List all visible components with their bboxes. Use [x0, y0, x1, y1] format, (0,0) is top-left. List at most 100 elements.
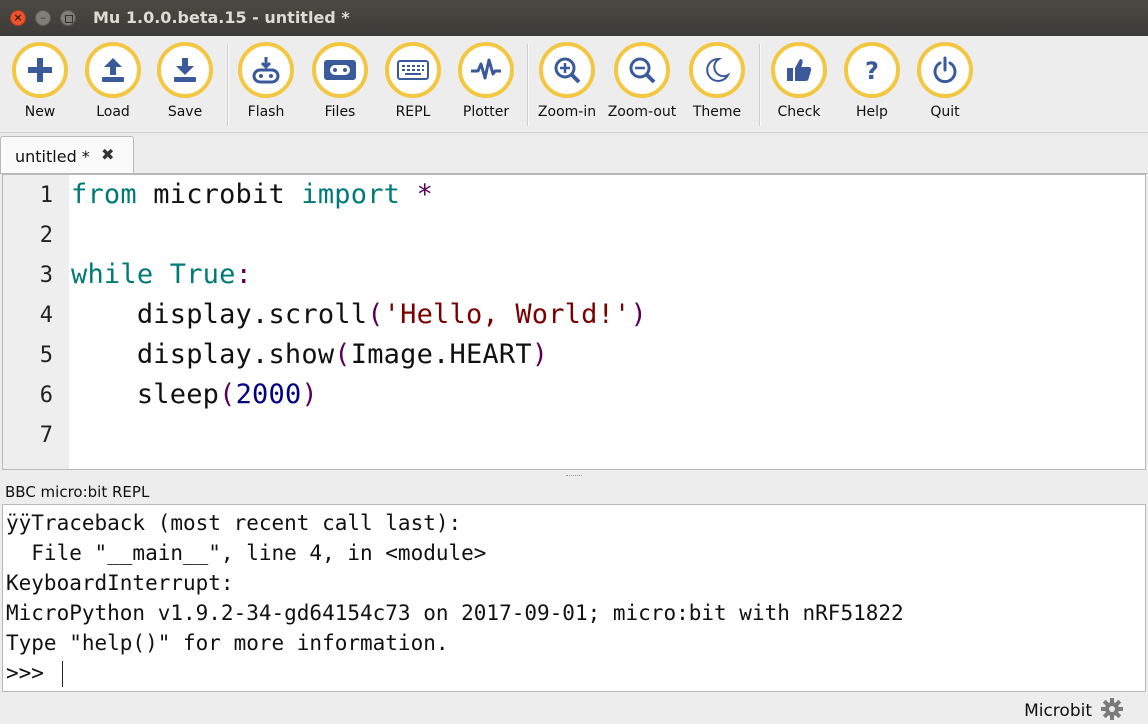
zoom-in-icon — [554, 57, 581, 84]
code-token: : — [235, 259, 253, 290]
repl-button[interactable]: REPL — [377, 42, 449, 120]
line-number-gutter: 1 2 3 4 5 6 7 — [3, 175, 69, 469]
zoom-in-label: Zoom-in — [537, 104, 597, 120]
tab-close-icon[interactable]: ✖ — [101, 145, 114, 164]
theme-button[interactable]: Theme — [681, 42, 753, 120]
flash-label: Flash — [247, 104, 285, 120]
theme-label: Theme — [692, 104, 742, 120]
pane-splitter[interactable] — [0, 470, 1148, 480]
zoom-out-button[interactable]: Zoom-out — [606, 42, 678, 120]
mode-label: Microbit — [1024, 701, 1092, 721]
tab-untitled[interactable]: untitled * ✖ — [0, 136, 134, 173]
download-icon — [174, 58, 196, 82]
repl-prompt[interactable]: >>> — [6, 661, 57, 685]
repl-label: REPL — [395, 104, 431, 120]
zoom-out-label: Zoom-out — [607, 104, 677, 120]
pulse-icon — [471, 58, 501, 80]
toolbar-separator — [527, 44, 529, 126]
new-label: New — [24, 104, 56, 120]
files-label: Files — [324, 104, 356, 120]
code-token: ( — [367, 299, 384, 330]
line-number: 5 — [39, 343, 53, 368]
title-bar: × – Mu 1.0.0.beta.15 - untitled * — [0, 0, 1148, 36]
check-label: Check — [777, 104, 821, 120]
flash-device-icon — [252, 57, 280, 84]
code-line[interactable]: display.show(Image.HEART) — [71, 339, 548, 370]
window-title: Mu 1.0.0.beta.15 - untitled * — [93, 8, 350, 27]
code-line[interactable]: from microbit import * — [71, 179, 433, 210]
zoom-out-icon — [629, 57, 656, 84]
keyboard-icon — [397, 60, 429, 80]
window-close-button[interactable]: × — [10, 10, 26, 26]
check-button[interactable]: Check — [763, 42, 835, 120]
code-token: microbit — [136, 179, 302, 210]
code-token: ) — [301, 379, 318, 410]
repl-line: Type "help()" for more information. — [6, 631, 449, 655]
toolbar: New Load Save Flash Files REPL Plotter Z… — [0, 36, 1148, 133]
zoom-in-button[interactable]: Zoom-in — [531, 42, 603, 120]
code-token: ) — [630, 299, 647, 330]
repl-title: BBC micro:bit REPL — [5, 483, 150, 501]
code-token: while — [71, 259, 154, 290]
toolbar-separator — [227, 44, 229, 126]
code-token: ( — [334, 339, 351, 370]
repl-line: ÿÿTraceback (most recent call last): — [6, 511, 462, 535]
repl-line: KeyboardInterrupt: — [6, 571, 234, 595]
save-label: Save — [167, 104, 203, 120]
code-token: ) — [531, 339, 549, 370]
code-token: display.show — [71, 339, 335, 370]
code-token: True — [169, 259, 236, 290]
microbit-icon — [324, 60, 356, 80]
svg-text:?: ? — [865, 57, 879, 85]
code-line[interactable]: sleep(2000) — [71, 379, 318, 410]
code-token: display.scroll — [71, 299, 368, 330]
tab-label: untitled * — [15, 147, 90, 166]
help-button[interactable]: ? Help — [836, 42, 908, 120]
repl-line: File "__main__", line 4, in <module> — [6, 541, 487, 565]
plotter-button[interactable]: Plotter — [450, 42, 522, 120]
line-number: 4 — [39, 303, 53, 328]
window-maximize-button[interactable] — [60, 10, 76, 26]
line-number: 7 — [39, 423, 53, 448]
text-cursor — [62, 661, 63, 687]
window-minimize-button[interactable]: – — [35, 10, 51, 26]
save-button[interactable]: Save — [149, 42, 221, 120]
splitter-grip — [566, 475, 582, 477]
thumbs-up-icon — [787, 59, 812, 81]
code-token: * — [400, 179, 434, 210]
load-label: Load — [96, 104, 130, 120]
status-bar: Microbit — [0, 694, 1148, 724]
line-number: 2 — [39, 223, 53, 248]
power-icon — [933, 56, 957, 84]
code-token: 'Hello, World!' — [383, 299, 631, 330]
code-line[interactable]: display.scroll('Hello, World!') — [71, 299, 647, 330]
line-number: 1 — [39, 183, 53, 208]
flash-button[interactable]: Flash — [230, 42, 302, 120]
repl-line: MicroPython v1.9.2-34-gd64154c73 on 2017… — [6, 601, 904, 625]
code-line[interactable]: while True: — [71, 259, 252, 290]
code-token: Image.HEART — [350, 339, 532, 370]
new-button[interactable]: New — [4, 42, 76, 120]
code-editor[interactable]: 1 2 3 4 5 6 7 from microbit import * whi… — [2, 174, 1146, 470]
plotter-label: Plotter — [462, 104, 510, 120]
load-button[interactable]: Load — [77, 42, 149, 120]
code-token: sleep — [71, 379, 220, 410]
question-icon: ? — [865, 57, 879, 85]
code-token: 2000 — [235, 379, 302, 410]
help-label: Help — [856, 104, 888, 120]
gear-icon[interactable] — [1100, 697, 1124, 721]
toolbar-separator — [759, 44, 761, 126]
line-number: 3 — [39, 263, 53, 288]
repl-pane[interactable]: ÿÿTraceback (most recent call last): Fil… — [2, 504, 1146, 692]
tab-strip: untitled * ✖ — [0, 133, 1148, 174]
quit-button[interactable]: Quit — [909, 42, 981, 120]
code-token: from — [71, 179, 137, 210]
plus-icon — [28, 58, 52, 82]
upload-icon — [102, 58, 124, 82]
files-button[interactable]: Files — [304, 42, 376, 120]
moon-icon — [706, 57, 731, 82]
line-number: 6 — [39, 383, 53, 408]
code-token: ( — [219, 379, 236, 410]
code-token: import — [301, 179, 401, 210]
